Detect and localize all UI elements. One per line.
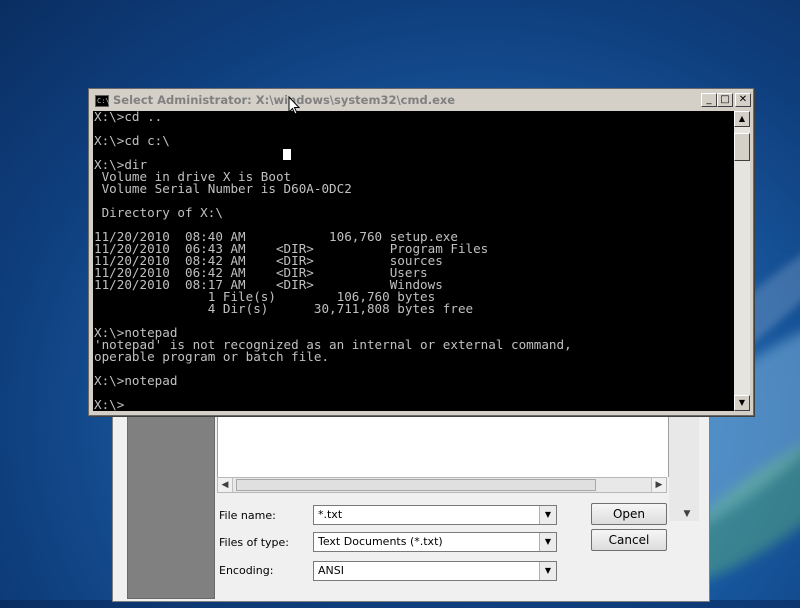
scroll-down-icon[interactable]: ▼ — [679, 507, 695, 521]
encoding-label: Encoding: — [219, 564, 274, 577]
places-pane[interactable] — [127, 401, 215, 599]
maximize-button[interactable]: □ — [717, 93, 733, 107]
text-cursor — [283, 149, 291, 160]
vertical-scrollbar[interactable]: ▲ ▼ — [734, 111, 750, 411]
file-name-label: File name: — [219, 509, 276, 522]
close-button[interactable]: ✕ — [735, 93, 751, 107]
file-name-value: *.txt — [318, 508, 343, 521]
chevron-down-icon[interactable]: ▼ — [539, 533, 556, 551]
horizontal-scrollbar[interactable]: ◀ ▶ — [217, 477, 667, 493]
chevron-down-icon[interactable]: ▼ — [539, 562, 556, 580]
mouse-pointer-icon — [288, 96, 301, 115]
encoding-value: ANSI — [318, 564, 344, 577]
console-output[interactable]: X:\>cd .. X:\>cd c:\ X:\>dir Volume in d… — [93, 111, 734, 411]
scroll-thumb[interactable] — [236, 479, 596, 491]
encoding-select[interactable]: ANSI ▼ — [313, 561, 557, 581]
open-file-dialog: ◀ ▶ ▼ File name: *.txt ▼ Files of type: … — [112, 400, 710, 602]
scroll-down-icon[interactable]: ▼ — [734, 395, 750, 411]
open-button[interactable]: Open — [591, 503, 667, 525]
scroll-thumb[interactable] — [734, 133, 750, 161]
file-name-field[interactable]: *.txt ▼ — [313, 505, 557, 525]
files-of-type-select[interactable]: Text Documents (*.txt) ▼ — [313, 532, 557, 552]
cancel-button[interactable]: Cancel — [591, 529, 667, 551]
files-of-type-label: Files of type: — [219, 536, 290, 549]
console-icon[interactable]: C:\ — [95, 95, 110, 107]
scroll-left-icon[interactable]: ◀ — [218, 478, 233, 492]
cmd-window[interactable]: C:\ Select Administrator: X:\windows\sys… — [88, 88, 754, 416]
title-bar[interactable]: C:\ Select Administrator: X:\windows\sys… — [91, 91, 751, 111]
console-text: X:\>cd .. X:\>cd c:\ X:\>dir Volume in d… — [94, 111, 572, 411]
scroll-right-icon[interactable]: ▶ — [651, 478, 666, 492]
minimize-button[interactable]: _ — [701, 93, 717, 107]
files-of-type-value: Text Documents (*.txt) — [318, 535, 443, 548]
window-title: Select Administrator: X:\windows\system3… — [113, 93, 456, 107]
dialog-vertical-scrollbar[interactable]: ▼ — [669, 401, 699, 521]
scroll-up-icon[interactable]: ▲ — [734, 111, 750, 127]
chevron-down-icon[interactable]: ▼ — [539, 506, 556, 524]
